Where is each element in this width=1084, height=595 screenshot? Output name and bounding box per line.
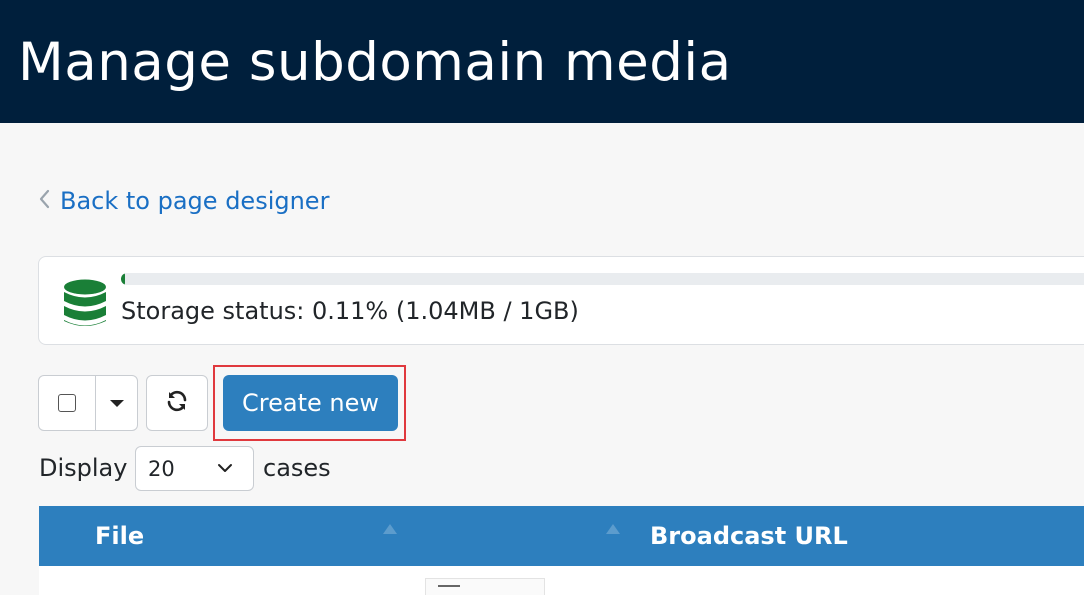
file-thumbnail[interactable]: [425, 578, 545, 595]
create-new-button[interactable]: Create new: [223, 375, 398, 431]
table-row: [39, 566, 1084, 595]
storage-progress-fill: [121, 273, 125, 285]
display-label: Display: [39, 454, 128, 482]
storage-status-card: Storage status: 0.11% (1.04MB / 1GB): [38, 256, 1084, 345]
sort-ascending-icon[interactable]: [606, 524, 620, 534]
chevron-left-icon: [38, 188, 50, 214]
select-options-toggle[interactable]: [96, 376, 137, 430]
thumbnail-content: [438, 585, 460, 587]
page-size-value: 20: [148, 456, 175, 481]
storage-progress-bar: [121, 273, 1084, 285]
refresh-icon: [165, 389, 189, 417]
page-size-select[interactable]: 20: [135, 446, 254, 491]
column-header-file[interactable]: File: [95, 506, 144, 566]
page-header: Manage subdomain media: [0, 0, 1084, 123]
caret-down-icon: [109, 399, 124, 407]
select-all-checkbox-cell[interactable]: [39, 376, 96, 430]
chevron-down-icon: [217, 460, 233, 480]
database-icon: [63, 279, 107, 329]
back-link-label: Back to page designer: [60, 187, 330, 215]
column-header-broadcast-url[interactable]: Broadcast URL: [650, 506, 848, 566]
back-to-page-designer-link[interactable]: Back to page designer: [38, 185, 329, 217]
sort-ascending-icon[interactable]: [383, 524, 397, 534]
cases-label: cases: [263, 454, 331, 482]
table-header: File Broadcast URL: [39, 506, 1084, 566]
checkbox-icon[interactable]: [58, 394, 76, 412]
refresh-button[interactable]: [146, 375, 208, 431]
select-all-dropdown[interactable]: [38, 375, 138, 431]
page-title: Manage subdomain media: [18, 32, 732, 93]
storage-status-text: Storage status: 0.11% (1.04MB / 1GB): [121, 297, 579, 325]
